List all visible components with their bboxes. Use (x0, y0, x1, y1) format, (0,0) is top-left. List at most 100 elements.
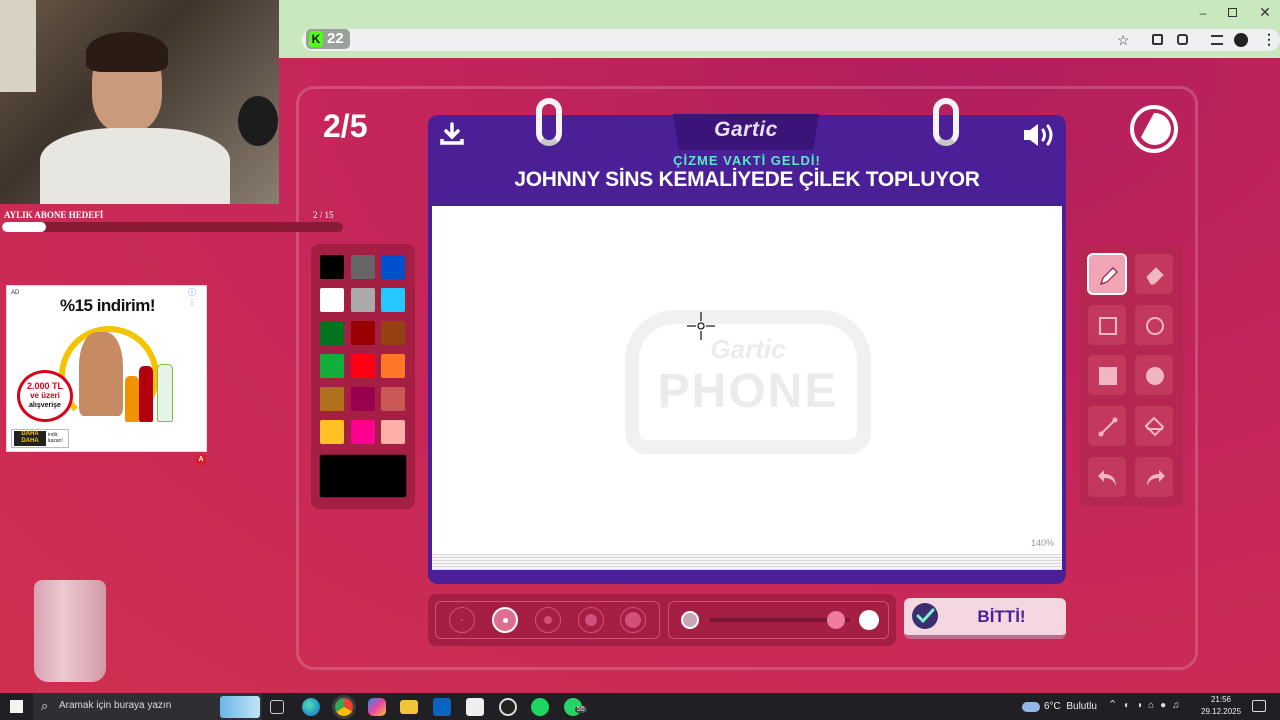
copilot-icon[interactable] (368, 698, 386, 716)
color-swatch[interactable] (320, 321, 344, 345)
color-swatch[interactable] (350, 420, 375, 444)
ad-headline: %15 indirim! (59, 296, 156, 315)
watermark-top: Gartic (710, 334, 786, 364)
opacity-slider-thumb[interactable] (826, 611, 845, 629)
redo-tool[interactable] (1134, 456, 1174, 498)
drawing-prompt: JOHNNY SİNS KEMALİYEDE ÇİLEK TOPLUYOR (514, 168, 980, 191)
pen-tool[interactable] (1087, 253, 1127, 295)
brush-size-4[interactable] (578, 607, 604, 633)
color-swatch[interactable] (320, 255, 344, 279)
line-tool[interactable] (1087, 405, 1127, 447)
ad-logo-top: DAHA (21, 431, 39, 437)
webcam-person-hair (86, 32, 168, 72)
task-view-icon[interactable] (270, 700, 284, 714)
done-button[interactable]: BİTTİ! (904, 598, 1066, 639)
tray-icons[interactable]: ◐◑⌂●♫ (1124, 700, 1186, 711)
color-swatch[interactable] (350, 321, 375, 345)
menu-icon[interactable]: ⋮ (1262, 31, 1276, 48)
color-swatch[interactable] (320, 288, 344, 312)
round-counter: 2/5 (323, 108, 368, 144)
opacity-max-icon (859, 610, 879, 630)
ring-left (536, 98, 562, 146)
brush-size-2-selected[interactable] (492, 607, 518, 633)
opacity-min-icon (681, 611, 699, 629)
minimize-icon[interactable]: – (1196, 6, 1210, 20)
outlook-icon[interactable] (433, 698, 451, 716)
obs-icon[interactable] (499, 698, 517, 716)
color-swatch[interactable] (381, 420, 405, 444)
profile-avatar[interactable] (1234, 33, 1248, 47)
color-swatch[interactable] (350, 255, 375, 279)
color-swatch[interactable] (350, 387, 375, 411)
webcam-person-shirt (40, 128, 230, 204)
paper-stack (432, 552, 1062, 570)
restore-icon[interactable] (1228, 8, 1237, 17)
color-swatch[interactable] (350, 354, 375, 378)
ring-right (933, 98, 959, 146)
bookmark-star-icon[interactable]: ☆ (1117, 32, 1130, 49)
ellipse-fill-tool[interactable] (1134, 354, 1174, 396)
color-swatch[interactable] (381, 321, 405, 345)
color-swatch[interactable] (350, 288, 375, 312)
sub-goal-fill (2, 222, 47, 232)
draw-subtitle: ÇİZME VAKTİ GELDİ! (673, 153, 821, 168)
notification-icon[interactable] (1252, 700, 1266, 712)
color-swatch[interactable] (320, 420, 344, 444)
file-explorer-icon[interactable] (400, 700, 418, 714)
watermark-bottom: PHONE (657, 365, 839, 418)
color-swatch[interactable] (320, 354, 344, 378)
download-icon[interactable] (440, 122, 464, 146)
eraser-tool[interactable] (1134, 253, 1174, 295)
sub-goal-count: 2 / 15 (313, 210, 334, 220)
sub-goal-track (2, 222, 343, 232)
tab-badge-count: 22 (327, 30, 344, 47)
extension-icon[interactable] (1152, 34, 1163, 45)
taskbar-search[interactable]: ⌕ Aramak için buraya yazın (33, 693, 262, 720)
gartic-logo: Gartic (714, 118, 778, 141)
media-control-icon[interactable] (1211, 35, 1223, 45)
clock-time[interactable]: 21:56 (1204, 695, 1238, 704)
edge-icon[interactable] (302, 698, 320, 716)
done-button-label: BİTTİ! (977, 607, 1026, 626)
crosshair-cursor-icon (686, 312, 716, 342)
brush-size-1[interactable] (449, 607, 475, 633)
ad-model-image (79, 332, 123, 416)
clock-date[interactable]: 29.12.2025 (1201, 707, 1241, 716)
ad-logo: DAHA DAHA indir, kazan! (11, 429, 69, 448)
fill-bucket-tool[interactable] (1134, 405, 1174, 447)
rectangle-fill-tool[interactable] (1087, 354, 1127, 396)
brush-size-5[interactable] (620, 607, 646, 633)
close-icon[interactable]: ✕ (1258, 4, 1272, 20)
color-swatch[interactable] (381, 255, 405, 279)
ad-bottle-orange (125, 376, 139, 422)
ad-badge: 2.000 TL ve üzeri alışverişe (17, 370, 73, 422)
weather-text[interactable]: 6°C Bulutlu (1044, 701, 1097, 712)
weather-icon (1022, 702, 1040, 712)
tab-badge[interactable]: K 22 (306, 29, 350, 49)
sound-icon[interactable] (1022, 122, 1056, 148)
address-bar[interactable] (302, 29, 1280, 51)
selected-color-preview (319, 454, 407, 498)
undo-tool[interactable] (1087, 456, 1127, 498)
ad-logo-side: indir, kazan! (48, 432, 63, 444)
zoom-level: 140% (1030, 538, 1054, 548)
chrome-icon[interactable] (335, 698, 353, 716)
ad-box[interactable]: AD ⓘ ⋮ %15 indirim! 2.000 TL ve üzeri al… (6, 285, 207, 452)
search-icon: ⌕ (41, 698, 49, 713)
sub-goal-label: AYLIK ABONE HEDEFİ (4, 210, 104, 220)
ad-badge-line2: ve üzeri (30, 391, 60, 400)
color-swatch[interactable] (381, 387, 405, 411)
spotify-icon[interactable] (531, 698, 549, 716)
drawing-canvas[interactable]: Gartic PHONE 140% (432, 206, 1062, 554)
windows-start-icon[interactable] (10, 700, 23, 713)
color-swatch[interactable] (320, 387, 344, 411)
color-swatch[interactable] (381, 354, 405, 378)
ellipse-outline-tool[interactable] (1134, 304, 1174, 346)
rectangle-outline-tool[interactable] (1087, 304, 1127, 346)
store-icon[interactable] (466, 698, 484, 716)
timer-icon (1129, 104, 1179, 154)
color-swatch[interactable] (381, 288, 405, 312)
puzzle-icon[interactable] (1177, 34, 1188, 45)
brush-size-3[interactable] (535, 607, 561, 633)
tray-chevron-icon[interactable]: ⌃ (1108, 698, 1117, 711)
